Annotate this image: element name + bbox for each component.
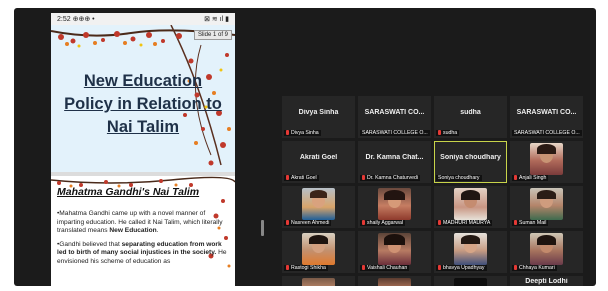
- participant-label: Akrati Goel: [284, 175, 319, 181]
- participant-label: Soniya choudhary: [436, 175, 482, 181]
- participant-tile[interactable]: [358, 276, 431, 286]
- participant-label: Vaishali Chauhan: [360, 265, 410, 271]
- status-time: 2:52: [57, 15, 71, 23]
- shared-screen: 2:52 ⊕⊕⊕ • ⊠ ≋ ıl ▮ Slide 1 of 9 New Edu…: [51, 13, 235, 286]
- participant-tile-name: Divya Sinha: [298, 109, 339, 116]
- participant-tile-name: Dr. Kamna Chat...: [365, 154, 424, 161]
- mic-muted-icon: [286, 265, 289, 270]
- participant-tile-name: Deepti Lodhi: [525, 278, 568, 285]
- participant-tile-name: SARASWATI CO...: [364, 109, 425, 116]
- participant-video: [378, 278, 411, 286]
- mic-muted-icon: [514, 220, 517, 225]
- participant-tile[interactable]: SARASWATI CO... SARASWATI COLLEGE O...: [510, 96, 583, 138]
- participant-label: Anjali Singh: [512, 175, 549, 181]
- participant-tile[interactable]: Deepti Lodhi: [510, 276, 583, 286]
- participant-label: bhavya Upadhyay: [436, 265, 487, 271]
- participant-video: [530, 188, 563, 220]
- mic-muted-icon: [514, 265, 517, 270]
- mic-muted-icon: [438, 265, 441, 270]
- slide-paragraph: •Gandhi believed that separating educati…: [57, 241, 227, 267]
- participant-video: [454, 188, 487, 220]
- mic-muted-icon: [438, 130, 441, 135]
- participant-tile[interactable]: SARASWATI CO... SARASWATI COLLEGE O...: [358, 96, 431, 138]
- participant-video: [454, 278, 487, 286]
- participant-tile[interactable]: Divya Sinha Divya Sinha: [282, 96, 355, 138]
- participant-tile-name: sudha: [460, 109, 481, 116]
- participant-video: [530, 233, 563, 265]
- participant-tile[interactable]: sudha sudha: [434, 96, 507, 138]
- participant-label: Nasreen Ahmedi: [284, 220, 332, 226]
- participant-tile[interactable]: bhavya Upadhyay: [434, 231, 507, 273]
- participant-label: Dr. Kamna Chaturvedi: [360, 175, 421, 181]
- participant-label: MADHURI MAURYA: [436, 220, 493, 226]
- mic-muted-icon: [286, 130, 289, 135]
- slide-title-page: Slide 1 of 9 New Education Policy in Rel…: [51, 25, 235, 172]
- participant-tile[interactable]: [282, 276, 355, 286]
- participant-tile[interactable]: Rastogi Shikha: [282, 231, 355, 273]
- mic-muted-icon: [286, 220, 289, 225]
- participant-label: SARASWATI COLLEGE O...: [512, 130, 582, 136]
- slide-title-line: Policy in Relation to: [64, 95, 222, 113]
- slide-title-line: Nai Talim: [106, 118, 180, 136]
- slide-heading: Mahatma Gandhi's Nai Talim: [57, 186, 200, 198]
- participant-tile[interactable]: Chhaya Kumari: [510, 231, 583, 273]
- paragraph-text: •Gandhi believed that: [57, 240, 122, 248]
- participant-label: sudha: [436, 130, 460, 136]
- mic-muted-icon: [362, 265, 365, 270]
- paragraph-bold: New Education: [109, 227, 157, 235]
- mic-muted-icon: [286, 175, 289, 180]
- participant-tile-name: Akrati Goel: [299, 154, 338, 161]
- participant-tile[interactable]: Vaishali Chauhan: [358, 231, 431, 273]
- participant-tile[interactable]: Akrati Goel Akrati Goel: [282, 141, 355, 183]
- mic-muted-icon: [514, 175, 517, 180]
- participant-tile[interactable]: [434, 276, 507, 286]
- meeting-window: 2:52 ⊕⊕⊕ • ⊠ ≋ ıl ▮ Slide 1 of 9 New Edu…: [14, 8, 596, 286]
- slide-paragraph: •Mahatma Gandhi came up with a novel man…: [57, 210, 227, 236]
- slide-title: New Education Policy in Relation to Nai …: [51, 70, 235, 139]
- participant-tile[interactable]: Nasreen Ahmedi: [282, 186, 355, 228]
- participant-label: Divya Sinha: [284, 130, 321, 136]
- notification-icons: ⊕⊕⊕ •: [72, 16, 95, 23]
- slide-body: •Mahatma Gandhi came up with a novel man…: [57, 210, 227, 272]
- slide-title-line: New Education: [83, 72, 203, 90]
- phone-status-bar: 2:52 ⊕⊕⊕ • ⊠ ≋ ıl ▮: [51, 13, 235, 25]
- participant-video: [302, 188, 335, 220]
- participant-tile[interactable]: Suman Mail: [510, 186, 583, 228]
- participant-tile[interactable]: shaily Aggarwal: [358, 186, 431, 228]
- participant-label: Suman Mail: [512, 220, 549, 226]
- mic-muted-icon: [438, 220, 441, 225]
- participant-video: [302, 233, 335, 265]
- participant-video: [378, 233, 411, 265]
- participant-label: Rastogi Shikha: [284, 265, 328, 271]
- participant-video: [530, 143, 563, 175]
- participant-video: [302, 278, 335, 286]
- signal-battery-icons: ⊠ ≋ ıl ▮: [204, 16, 229, 23]
- mic-muted-icon: [362, 175, 365, 180]
- participant-video: [454, 233, 487, 265]
- slide-counter: Slide 1 of 9: [193, 30, 232, 40]
- participant-video: [378, 188, 411, 220]
- split-view-handle[interactable]: [261, 220, 264, 236]
- participant-tile[interactable]: Anjali Singh: [510, 141, 583, 183]
- participant-label: shaily Aggarwal: [360, 220, 406, 226]
- mic-muted-icon: [362, 220, 365, 225]
- participant-tile[interactable]: MADHURI MAURYA: [434, 186, 507, 228]
- participant-tile-name: Soniya choudhary: [440, 154, 501, 161]
- paragraph-text: .: [156, 227, 159, 235]
- participant-label: Chhaya Kumari: [512, 265, 557, 271]
- participant-tile[interactable]: Dr. Kamna Chat... Dr. Kamna Chaturvedi: [358, 141, 431, 183]
- participant-tile-name: SARASWATI CO...: [516, 109, 577, 116]
- slide-content-page: Mahatma Gandhi's Nai Talim •Mahatma Gand…: [51, 176, 235, 286]
- participant-label: SARASWATI COLLEGE O...: [360, 130, 430, 136]
- participant-tile-active-speaker[interactable]: Soniya choudhary Soniya choudhary: [434, 141, 507, 183]
